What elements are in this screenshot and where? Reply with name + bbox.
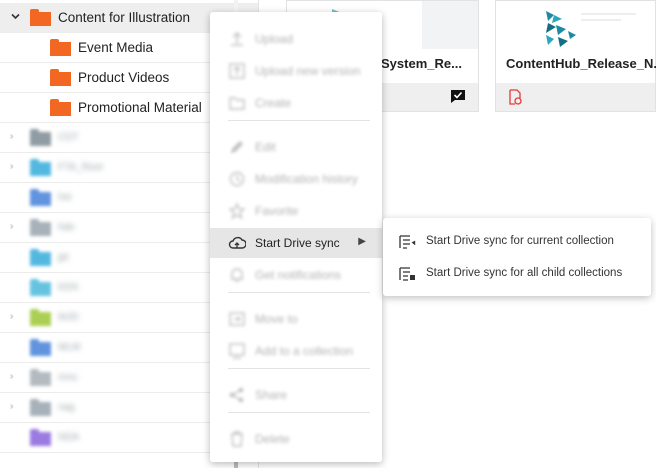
folder-icon [30,309,51,326]
menu-item-label: Upload [255,32,294,46]
menu-item-label: Start Drive sync [255,236,340,250]
chevron-right-icon[interactable]: › [10,131,22,143]
chat-check-icon[interactable] [450,89,466,109]
tree-item-label: mnu [58,372,78,383]
drive-sync-error-icon[interactable] [508,89,522,110]
menu-item-label: Favorite [255,204,299,218]
menu-item-label: Modification history [255,172,358,186]
menu-item-label: Create [255,96,292,110]
menu-item-create: Create [210,88,382,118]
folder-icon [30,189,51,206]
tree-item-label: NDA [58,432,80,443]
menu-item-upload: Upload [210,24,382,54]
tree-root-label: Content for Illustration [58,10,191,25]
tree-item-label: hde [58,222,75,233]
tree-item-label: Product Videos [78,70,170,85]
tree-item-label: hst [58,192,72,203]
menu-item-sync-child-collections[interactable]: Start Drive sync for all child collectio… [383,258,651,290]
sync-current-collection-icon [399,234,417,250]
menu-item-upload-new-version: Upload new version [210,56,382,86]
menu-item-label: Share [255,388,288,402]
menu-item-label: Move to [255,312,298,326]
menu-item-label: Upload new version [255,64,361,78]
chevron-right-icon[interactable]: › [10,401,22,413]
menu-separator [228,292,370,293]
drive-sync-submenu: Start Drive sync for current collection … [383,218,651,296]
tree-item-label: Event Media [78,40,154,55]
folder-icon [30,369,51,386]
menu-item-label: Edit [255,140,276,154]
upload-version-icon [228,62,246,80]
menu-item-modification-history: Modification history [210,164,382,194]
history-icon [228,170,246,188]
upload-icon [228,30,246,48]
tree-item-label: MJD [58,312,79,323]
chevron-right-icon[interactable]: › [10,161,22,173]
tree-item-label: nag [58,402,75,413]
folder-icon [30,249,51,266]
menu-item-start-drive-sync[interactable]: Start Drive sync ▶ [210,228,382,258]
cloud-sync-icon [228,234,247,252]
menu-item-delete: Delete [210,424,382,454]
menu-item-label: Get notifications [255,268,342,282]
trash-icon [228,430,246,448]
folder-icon [30,159,51,176]
folder-icon [30,429,51,446]
tree-item-label: Promotional Material [78,100,202,115]
menu-item-sync-current-collection[interactable]: Start Drive sync for current collection [383,226,651,258]
chevron-right-icon[interactable]: › [10,221,22,233]
asset-card-footer [496,83,655,111]
tree-item-label: jpt [58,252,69,263]
pencil-icon [228,138,246,156]
create-folder-icon [228,94,246,112]
menu-item-add-to-a-collection: Add to a collection [210,336,382,366]
chevron-right-icon[interactable]: › [10,371,22,383]
chevron-right-icon[interactable]: › [10,311,22,323]
bell-icon [228,266,246,284]
menu-separator [228,368,370,369]
menu-separator [228,412,370,413]
folder-icon [30,9,51,26]
collection-icon [228,342,246,360]
menu-item-share: Share [210,380,382,410]
asset-thumbnail [496,1,655,49]
submenu-arrow-icon: ▶ [358,236,366,247]
menu-item-move-to: Move to [210,304,382,334]
menu-item-favorite: Favorite [210,196,382,226]
context-menu: Upload Upload new version Create Edit Modifi… [210,12,382,462]
menu-item-label: Delete [255,432,290,446]
folder-icon [30,129,51,146]
chevron-down-icon[interactable] [10,11,22,23]
tree-item-label: CDT [58,132,79,143]
share-icon [228,386,246,404]
move-icon [228,310,246,328]
folder-icon [30,339,51,356]
menu-item-label: Add to a collection [255,344,354,358]
menu-item-edit: Edit [210,132,382,162]
asset-title: System_Re... [381,56,462,71]
folder-icon [50,69,71,86]
folder-icon [30,279,51,296]
folder-icon [50,39,71,56]
menu-item-label: Start Drive sync for current collection [426,235,614,247]
thumbnail-triangle-logo [546,11,576,47]
star-icon [228,202,246,220]
sync-child-collections-icon [399,266,417,282]
tree-item-label: FTA_Root [58,162,103,173]
folder-icon [30,219,51,236]
folder-icon [50,99,71,116]
asset-title: ContentHub_Release_N... [506,56,656,71]
asset-card[interactable]: ContentHub_Release_N... [495,0,656,112]
tree-item-label: KDS [58,282,79,293]
tree-item-label: MLM [58,342,81,353]
folder-icon [30,399,51,416]
menu-separator [228,120,370,121]
menu-item-get-notifications: Get notifications [210,260,382,290]
menu-item-label: Start Drive sync for all child collectio… [426,267,623,279]
